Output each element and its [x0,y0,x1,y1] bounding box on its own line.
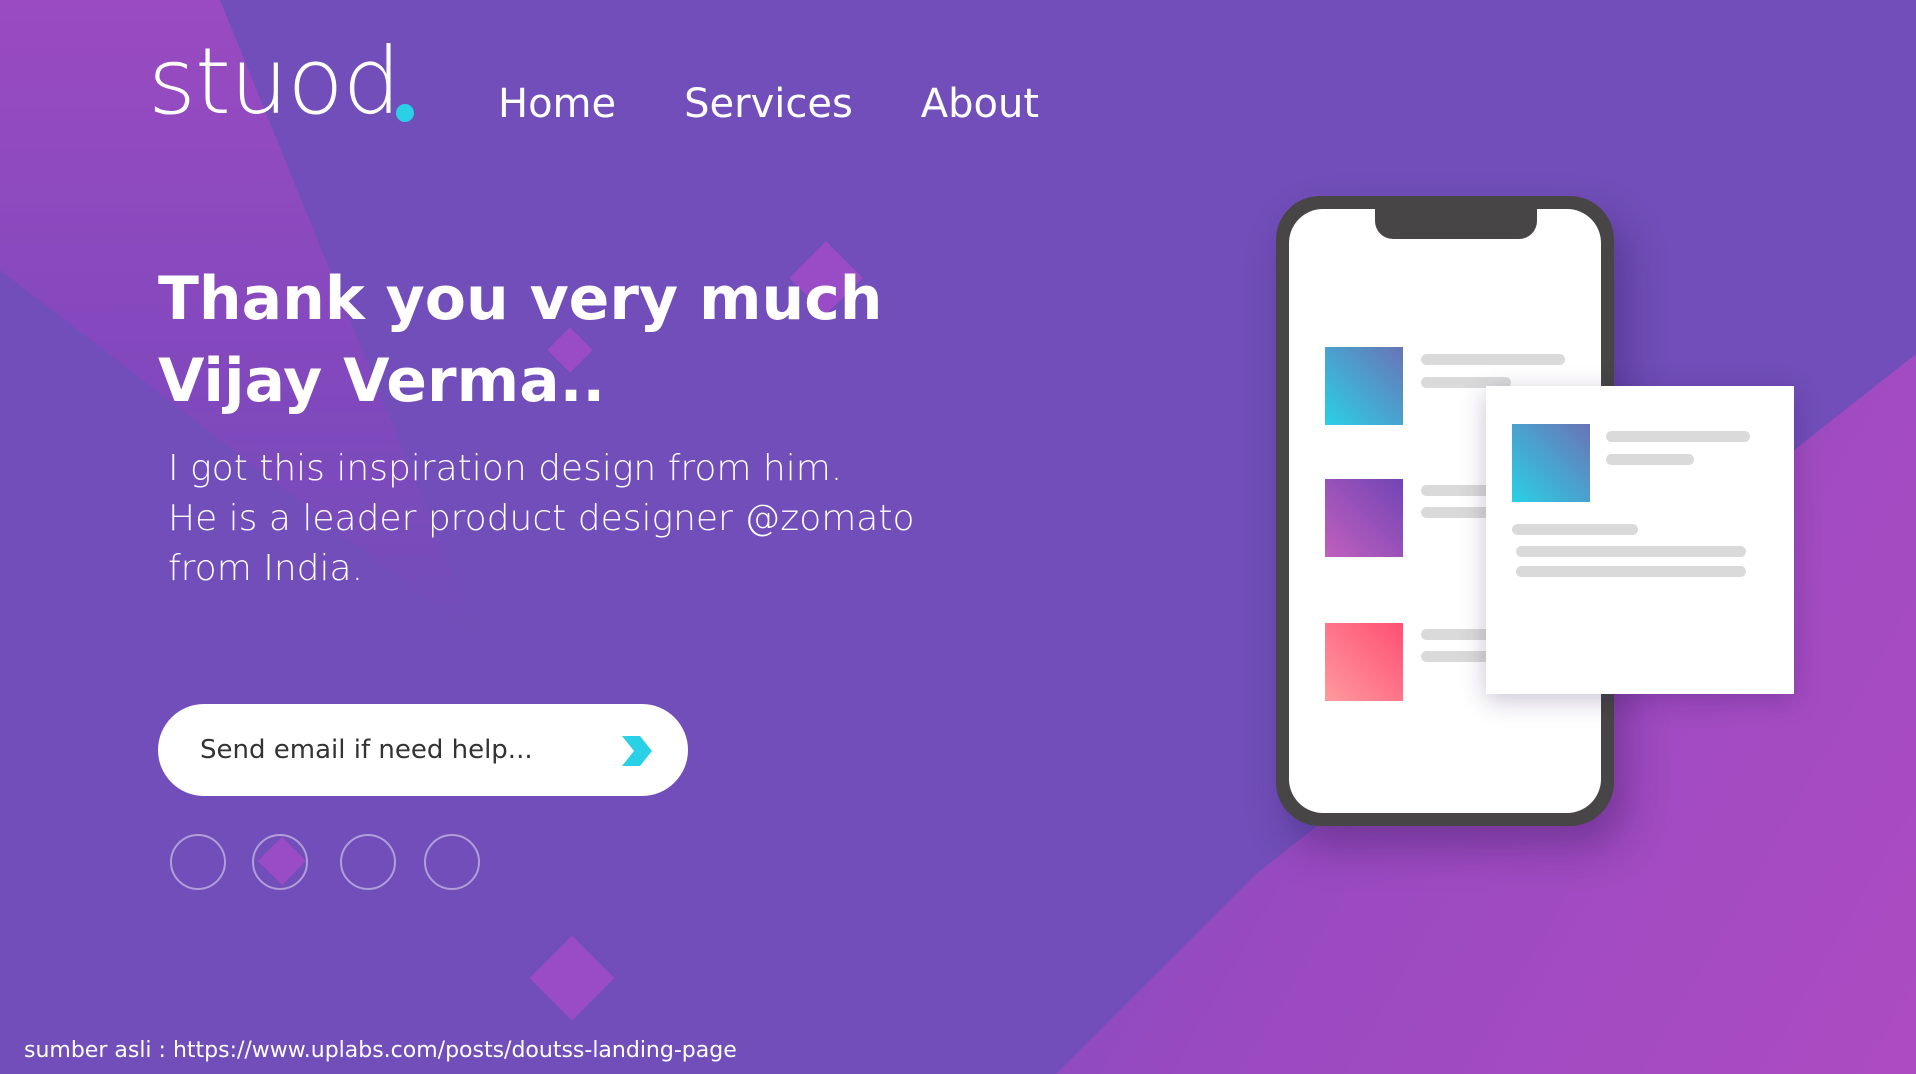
placeholder-line [1606,431,1750,442]
hero-title-line-1: Thank you very much [158,264,883,334]
hero-title: Thank you very much Vijay Verma.. [158,258,918,422]
carousel-dot[interactable] [252,834,308,890]
placeholder-line [1516,566,1746,577]
phone-tile [1325,347,1403,425]
carousel-dot[interactable] [340,834,396,890]
phone-tile [1325,623,1403,701]
source-credit: sumber asli : https://www.uplabs.com/pos… [24,1038,737,1063]
hero-title-line-2: Vijay Verma.. [158,346,606,416]
nav-about[interactable]: About [921,84,1039,124]
nav-home[interactable]: Home [498,84,616,124]
phone-tile [1325,479,1403,557]
chevron-right-icon [622,736,652,766]
hero-description: I got this inspiration design from him. … [168,444,988,594]
main-nav: Home Services About [498,84,1039,124]
placeholder-line [1516,546,1746,557]
phone-notch [1375,209,1537,239]
email-form [158,704,688,796]
email-input[interactable] [200,730,600,770]
placeholder-line [1512,524,1638,535]
send-button[interactable] [618,734,654,768]
decorative-diamond [529,935,615,1021]
logo-dot [396,104,414,122]
card-tile [1512,424,1590,502]
floating-card [1486,386,1794,694]
placeholder-line [1421,354,1565,365]
hero-description-line: I got this inspiration design from him. [168,448,843,489]
placeholder-line [1606,454,1694,465]
carousel-dot[interactable] [170,834,226,890]
nav-services[interactable]: Services [684,84,853,124]
carousel-dot[interactable] [424,834,480,890]
hero-description-line: He is a leader product designer @zomato [168,498,915,539]
hero-description-line: from India. [168,548,364,589]
logo[interactable]: stuod [148,36,401,128]
